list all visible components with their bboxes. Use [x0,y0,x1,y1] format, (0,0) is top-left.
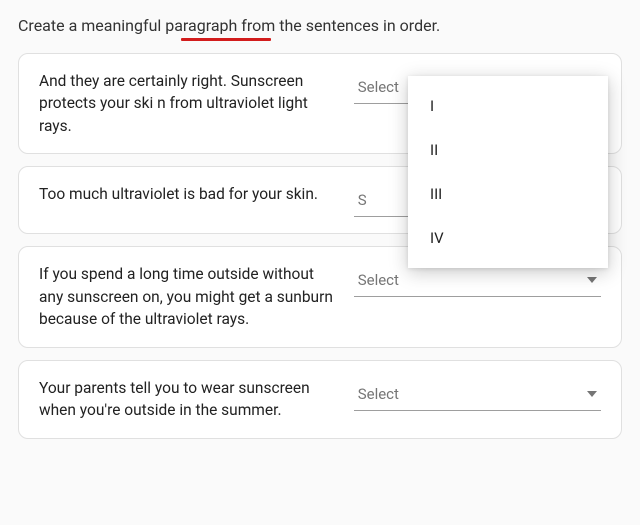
sentence-text: If you spend a long time outside without… [39,263,354,330]
order-select[interactable]: Select [354,379,601,411]
sentence-card: Your parents tell you to wear sunscreen … [18,360,622,439]
order-select[interactable]: Select [354,265,601,297]
select-placeholder: S [358,191,367,209]
dropdown-option-1[interactable]: I [408,84,608,128]
highlight-underline [181,38,271,41]
select-placeholder: Select [358,78,399,96]
select-placeholder: Select [358,385,399,403]
dropdown-option-4[interactable]: IV [408,216,608,260]
sentence-text: Your parents tell you to wear sunscreen … [39,377,354,422]
order-dropdown-menu: I II III IV [408,76,608,268]
order-select-wrap: Select [354,379,601,411]
sentence-text: Too much ultraviolet is bad for your ski… [39,183,354,205]
order-select-wrap: Select [354,265,601,297]
prompt-text: Create a meaningful paragraph from the s… [18,16,440,35]
dropdown-option-3[interactable]: III [408,172,608,216]
dropdown-option-2[interactable]: II [408,128,608,172]
chevron-down-icon [587,277,597,283]
select-placeholder: Select [358,271,399,289]
sentence-text: And they are certainly right. Sunscreen … [39,70,354,137]
exercise-prompt: Create a meaningful paragraph from the s… [18,16,622,35]
chevron-down-icon [587,391,597,397]
